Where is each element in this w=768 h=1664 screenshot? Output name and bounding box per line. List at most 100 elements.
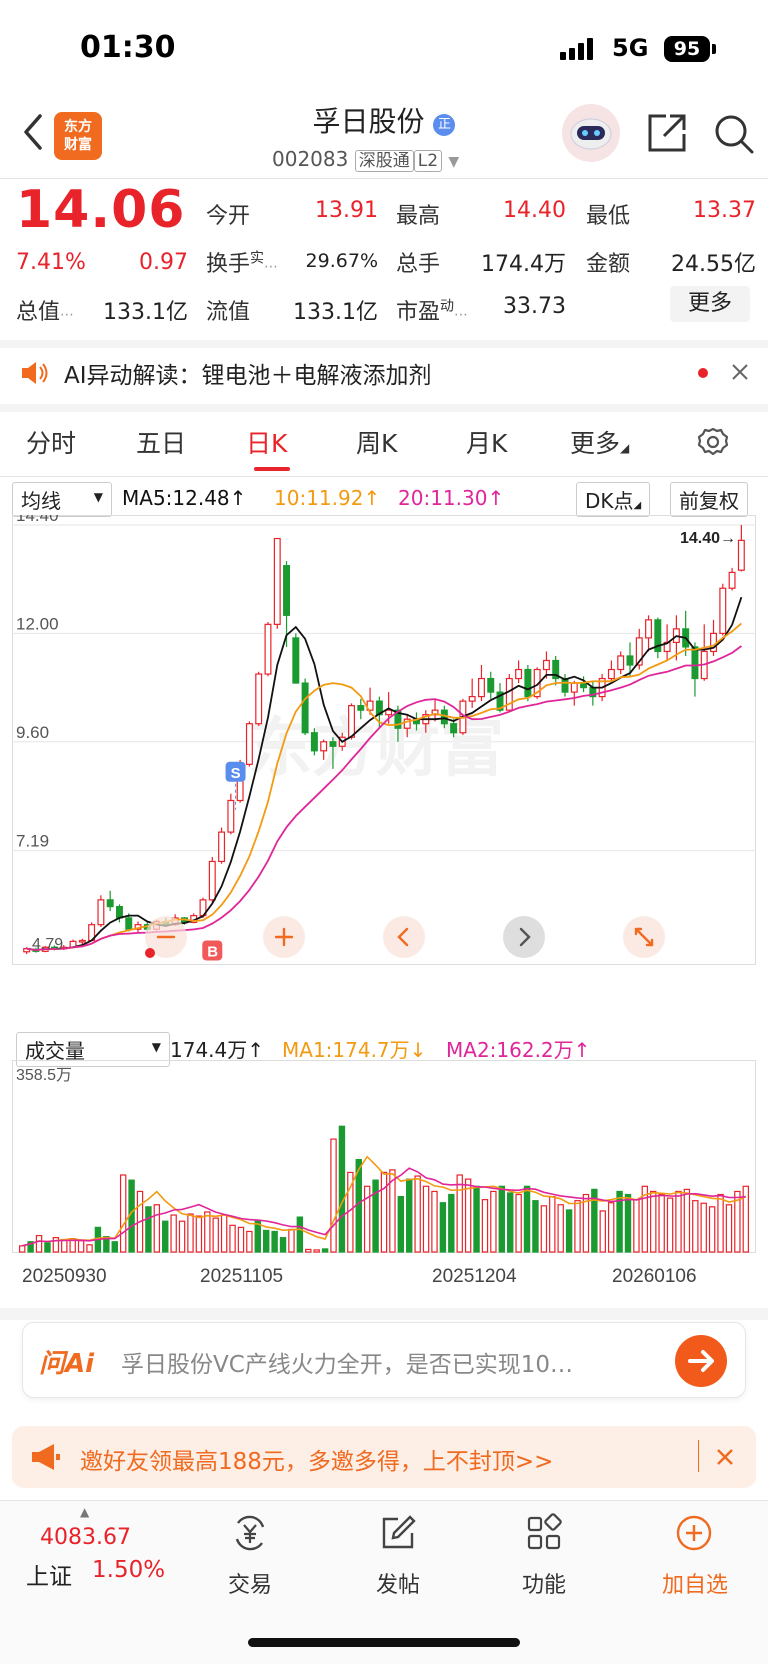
section-gap <box>0 404 768 412</box>
volume-bar <box>582 1193 590 1253</box>
trade-icon[interactable] <box>230 1513 270 1553</box>
volume-bar <box>490 1190 497 1253</box>
volume-bar <box>658 1193 665 1253</box>
volume-bar <box>178 1220 186 1253</box>
volume-bar <box>153 1204 161 1253</box>
tab-monthly-k[interactable]: 月K <box>466 424 507 460</box>
candle-body <box>245 723 253 765</box>
candle-body <box>97 899 105 926</box>
close-icon[interactable] <box>730 362 750 382</box>
nav-add-watch[interactable]: 加自选 <box>650 1567 740 1599</box>
volume-bar <box>464 1178 472 1253</box>
chevron-right-icon[interactable] <box>503 916 545 958</box>
nav-trade[interactable]: 交易 <box>210 1567 290 1599</box>
candle-body <box>691 646 699 680</box>
volume-bar <box>439 1202 447 1253</box>
mktcap-value: 133.1亿 <box>103 300 188 325</box>
candle-body <box>292 637 300 684</box>
ask-ai-bar[interactable]: 问Ai 孚日股份VC产线火力全开，是否已实现10… <box>22 1322 746 1398</box>
close-icon[interactable] <box>714 1446 736 1468</box>
megaphone-icon <box>30 1442 62 1472</box>
search-icon[interactable] <box>712 112 756 156</box>
indicator-select[interactable]: 均线 ▼ <box>12 482 112 517</box>
ask-ai-prompt[interactable]: 孚日股份VC产线火力全开，是否已实现10… <box>121 1345 661 1379</box>
plus-icon[interactable] <box>263 916 305 958</box>
candle-body <box>208 860 216 901</box>
volume-bar <box>675 1190 682 1253</box>
volume-bar <box>246 1230 253 1253</box>
volume-chart[interactable]: 358.5万 20250930 20251105 20251204 20260106 <box>12 1060 756 1312</box>
candle-body <box>617 655 625 671</box>
caret-up-icon: ▲ <box>80 1505 90 1519</box>
candle-body <box>227 799 235 833</box>
settings-icon[interactable] <box>696 426 730 460</box>
current-price: 14.06 <box>16 180 186 240</box>
ai-analysis-text[interactable]: AI异动解读：锂电池＋电解液添加剂 <box>64 356 432 390</box>
candle-body <box>626 655 634 666</box>
battery-icon: 95 <box>664 36 710 62</box>
tabs-divider <box>0 476 768 477</box>
volume-bar <box>111 1241 118 1253</box>
tab-more[interactable]: 更多◢ <box>570 424 629 460</box>
promo-banner[interactable]: 邀好友领最高188元，多邀多得，上不封顶>> <box>12 1426 756 1488</box>
float-value: 133.1亿 <box>293 300 378 325</box>
volume-bar <box>523 1185 531 1253</box>
index-value[interactable]: 4083.67 <box>40 1525 131 1550</box>
high-label: 最高 <box>396 204 441 229</box>
volume-bar <box>406 1178 413 1253</box>
volume-bar <box>692 1200 699 1253</box>
y-tick-label: 7.19 <box>16 832 49 851</box>
candle-body <box>468 696 476 702</box>
open-value: 13.91 <box>315 198 378 223</box>
info-icon: ⋯ <box>454 307 469 323</box>
network-type: 5G <box>612 34 649 62</box>
volume-bar <box>683 1188 691 1253</box>
share-icon[interactable] <box>646 112 688 154</box>
status-time: 01:30 <box>80 30 176 65</box>
ma10-value: 10:11.92↑ <box>274 486 381 510</box>
last-price-label: 14.40→ <box>680 530 736 547</box>
volume-bar <box>321 1248 329 1253</box>
stock-code-row[interactable]: 002083 深股通 L2 ▼ <box>272 146 459 172</box>
tab-daily-k[interactable]: 日K <box>246 424 287 460</box>
candle-body <box>255 673 263 725</box>
volume-max-label: 358.5万 <box>16 1067 72 1084</box>
nav-post[interactable]: 发帖 <box>358 1567 438 1599</box>
info-icon: ⋯ <box>60 307 75 323</box>
volume-ma1: MA1:174.7万↓ <box>282 1038 427 1062</box>
candle-body <box>737 539 745 571</box>
y-tick-label: 12.00 <box>16 614 59 633</box>
candle-body <box>106 899 114 908</box>
ma10-line <box>26 622 742 951</box>
arrow-right-icon[interactable] <box>675 1335 727 1387</box>
header-divider <box>0 178 768 179</box>
more-button[interactable]: 更多 <box>670 286 750 322</box>
signal-icon <box>560 38 600 60</box>
open-label: 今开 <box>206 204 251 229</box>
promo-divider <box>698 1440 699 1472</box>
speaker-icon <box>20 360 50 386</box>
tab-weekly-k[interactable]: 周K <box>356 424 397 460</box>
function-icon[interactable] <box>524 1513 564 1553</box>
post-icon[interactable] <box>378 1513 418 1553</box>
red-dot <box>698 368 708 378</box>
chevron-left-icon[interactable] <box>383 916 425 958</box>
volume-bar <box>162 1220 169 1253</box>
tab-intraday[interactable]: 分时 <box>26 424 76 460</box>
volume-bar <box>498 1185 506 1253</box>
adjust-button[interactable]: 前复权 <box>670 482 748 517</box>
nav-function[interactable]: 功能 <box>504 1567 584 1599</box>
dk-point-button[interactable]: DK点◢ <box>576 482 651 517</box>
volume-bar <box>549 1195 556 1253</box>
add-circle-icon[interactable] <box>674 1513 714 1553</box>
expand-icon[interactable] <box>623 916 665 958</box>
x-axis-label: 20260106 <box>612 1266 697 1287</box>
home-indicator <box>248 1638 520 1647</box>
volume-bar <box>515 1193 522 1253</box>
volume-bar <box>481 1199 489 1253</box>
tab-five-day[interactable]: 五日 <box>136 424 186 460</box>
pe-value: 33.73 <box>503 294 566 319</box>
kline-chart[interactable]: 14.4012.009.607.19东方财富14.40→4.79SB <box>12 515 756 1025</box>
volume-bar <box>288 1228 295 1253</box>
robot-avatar[interactable] <box>562 104 620 162</box>
